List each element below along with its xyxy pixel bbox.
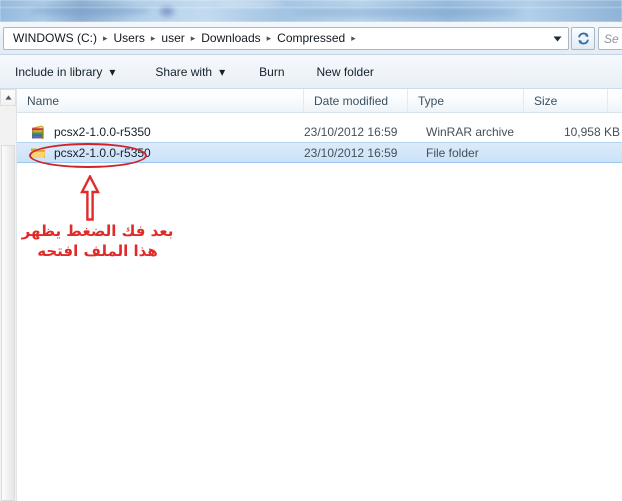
- column-header-filler: [608, 89, 622, 112]
- toolbar-item-share-with[interactable]: Share with ▾: [146, 60, 234, 84]
- title-bar: [0, 0, 622, 22]
- breadcrumb-separator-icon: ▸: [102, 33, 108, 43]
- chevron-down-icon: ▾: [109, 64, 116, 79]
- file-date-cell: 23/10/2012 16:59: [304, 145, 398, 160]
- explorer-window: WINDOWS (C:) ▸ Users ▸ user ▸ Downloads …: [0, 0, 622, 501]
- address-bar[interactable]: WINDOWS (C:) ▸ Users ▸ user ▸ Downloads …: [3, 27, 569, 50]
- file-list-pane: Name Date modified Type Size pcsx2-1.0.0…: [17, 89, 622, 501]
- column-header-date-modified[interactable]: Date modified: [304, 89, 408, 112]
- file-size-cell: [524, 143, 622, 162]
- breadcrumb-item-compressed[interactable]: Compressed: [276, 28, 346, 49]
- toolbar-item-label: Share with: [155, 64, 213, 79]
- breadcrumb-separator-icon: ▸: [266, 33, 272, 43]
- refresh-icon: [577, 32, 589, 45]
- command-toolbar: Include in library ▾ Share with ▾ Burn N…: [0, 55, 622, 89]
- breadcrumb-separator-icon: ▸: [150, 33, 156, 43]
- toolbar-item-burn[interactable]: Burn: [250, 60, 293, 84]
- refresh-button[interactable]: [571, 27, 595, 50]
- breadcrumb-item-user[interactable]: user: [160, 28, 185, 49]
- file-type-cell: File folder: [426, 145, 479, 160]
- column-header-label: Name: [27, 93, 60, 108]
- breadcrumb-separator-icon: ▸: [351, 33, 356, 43]
- column-header-size[interactable]: Size: [524, 89, 608, 112]
- folder-icon: [30, 145, 46, 161]
- glass-blur-blob: [30, 6, 150, 16]
- file-name-cell[interactable]: pcsx2-1.0.0-r5350: [17, 121, 317, 142]
- file-type-cell: WinRAR archive: [426, 124, 515, 139]
- breadcrumb-item-windows-c[interactable]: WINDOWS (C:): [12, 28, 98, 49]
- search-input[interactable]: Se: [598, 27, 622, 50]
- list-top-spacer: [17, 113, 622, 121]
- file-name-cell[interactable]: pcsx2-1.0.0-r5350: [17, 143, 317, 162]
- address-bar-row: WINDOWS (C:) ▸ Users ▸ user ▸ Downloads …: [0, 22, 622, 55]
- breadcrumb-item-users[interactable]: Users: [113, 28, 146, 49]
- breadcrumb-separator-icon: ▸: [190, 33, 196, 43]
- toolbar-item-label: Include in library: [15, 64, 103, 79]
- scroll-up-button[interactable]: [0, 89, 16, 106]
- toolbar-item-include-in-library[interactable]: Include in library ▾: [6, 60, 124, 84]
- table-row[interactable]: pcsx2-1.0.0-r5350 23/10/2012 16:59 WinRA…: [17, 121, 622, 142]
- glass-blur-blob: [215, 2, 285, 6]
- file-size-cell: 10,958 KB: [563, 124, 620, 139]
- breadcrumb[interactable]: WINDOWS (C:) ▸ Users ▸ user ▸ Downloads …: [4, 28, 546, 49]
- column-header-type[interactable]: Type: [408, 89, 524, 112]
- glass-blur-blob: [290, 8, 520, 17]
- file-name-label: pcsx2-1.0.0-r5350: [54, 145, 151, 160]
- column-header-label: Type: [418, 93, 445, 108]
- column-header-row: Name Date modified Type Size: [17, 89, 622, 113]
- toolbar-item-new-folder[interactable]: New folder: [308, 60, 383, 84]
- search-placeholder: Se: [604, 31, 619, 46]
- glass-blur-blob: [160, 7, 174, 16]
- column-header-label: Size: [534, 93, 558, 108]
- file-date-cell: 23/10/2012 16:59: [304, 124, 398, 139]
- toolbar-item-label: New folder: [316, 64, 374, 79]
- chevron-down-icon[interactable]: [546, 28, 568, 49]
- file-name-label: pcsx2-1.0.0-r5350: [54, 124, 151, 139]
- column-header-label: Date modified: [314, 93, 389, 108]
- column-header-name[interactable]: Name: [17, 89, 304, 112]
- chevron-up-icon: [4, 95, 12, 100]
- winrar-archive-icon: [30, 124, 46, 140]
- scrollbar-thumb[interactable]: [1, 145, 15, 501]
- breadcrumb-item-downloads[interactable]: Downloads: [200, 28, 261, 49]
- table-row[interactable]: pcsx2-1.0.0-r5350 23/10/2012 16:59 File …: [17, 142, 622, 163]
- chevron-down-icon: ▾: [219, 64, 226, 79]
- navigation-pane-scrollbar[interactable]: [0, 89, 17, 501]
- toolbar-item-label: Burn: [259, 64, 285, 79]
